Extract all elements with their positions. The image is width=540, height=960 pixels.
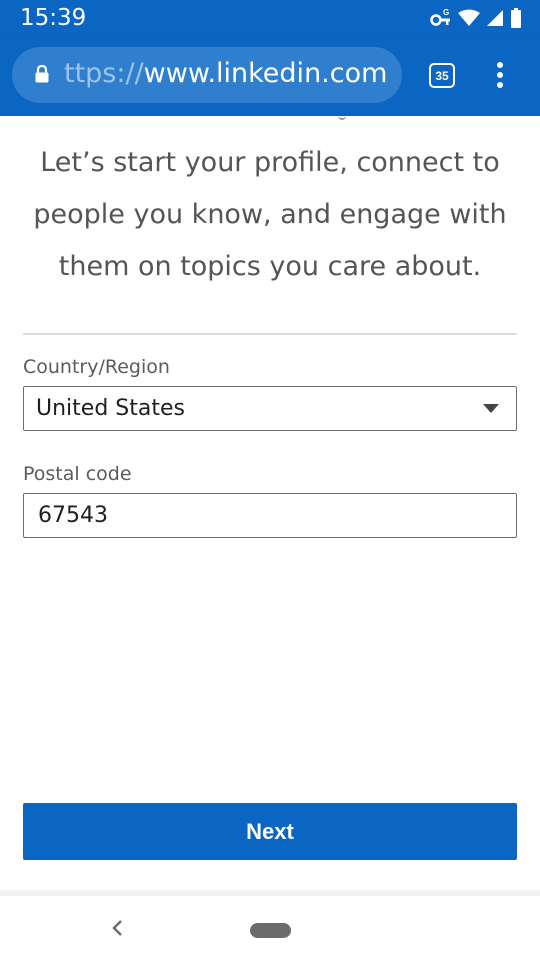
svg-text:G: G <box>443 8 449 17</box>
signal-icon <box>487 10 503 26</box>
url-host: www.linkedin.com <box>143 58 388 89</box>
postal-code-input[interactable] <box>23 493 517 538</box>
url-prefix: ttps:// <box>64 58 144 89</box>
more-menu-icon[interactable] <box>490 60 510 92</box>
dropdown-arrow-icon <box>483 404 499 413</box>
intro-text: Let’s start your profile, connect to peo… <box>33 147 507 282</box>
postal-code-label: Postal code <box>23 463 132 485</box>
url-text: ttps://www.linkedin.com <box>64 58 387 89</box>
country-select[interactable]: United States <box>23 386 517 431</box>
status-icons: G <box>430 7 522 29</box>
country-label: Country/Region <box>23 356 170 378</box>
lock-icon <box>35 64 49 83</box>
country-select-value: United States <box>36 396 185 421</box>
back-icon[interactable] <box>108 916 128 940</box>
vpn-key-icon: G <box>430 8 450 26</box>
battery-icon <box>511 8 521 28</box>
status-time: 15:39 <box>20 5 87 31</box>
divider <box>23 333 517 335</box>
browser-toolbar: ttps://www.linkedin.com 35 <box>0 36 540 116</box>
tab-switcher-button[interactable]: 35 <box>429 63 455 88</box>
page-content: Let’s start your profile, connect to peo… <box>0 116 540 890</box>
system-nav-bar <box>0 890 540 960</box>
home-pill-icon[interactable] <box>250 923 291 938</box>
next-button[interactable]: Next <box>23 803 517 860</box>
wifi-icon <box>458 9 480 26</box>
url-bar[interactable]: ttps://www.linkedin.com <box>12 47 402 103</box>
status-bar: 15:39 G <box>0 0 540 36</box>
clipped-heading-fragment <box>338 116 346 120</box>
